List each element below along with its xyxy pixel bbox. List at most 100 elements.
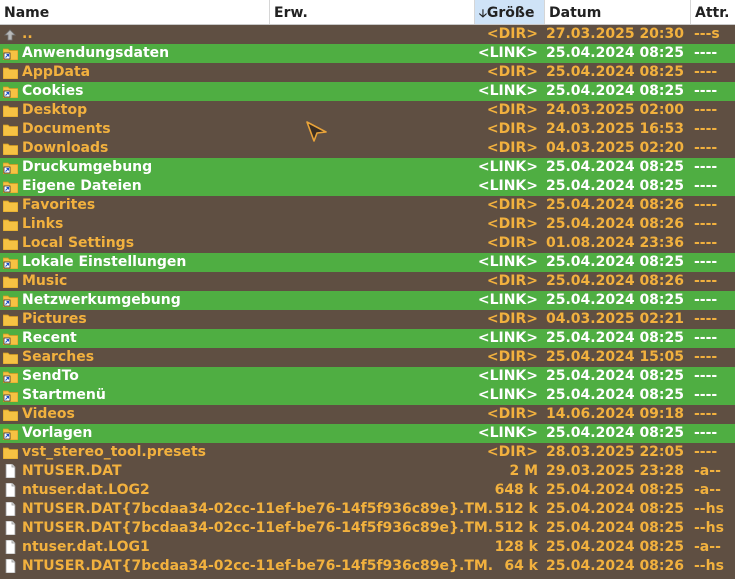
file-row[interactable]: Documents <DIR> 24.03.2025 16:53 ---- (0, 120, 735, 139)
file-row[interactable]: Videos <DIR> 14.06.2024 09:18 ---- (0, 405, 735, 424)
column-header-ext[interactable]: Erw. (270, 0, 475, 24)
file-row[interactable]: Searches <DIR> 25.04.2024 15:05 ---- (0, 348, 735, 367)
file-row[interactable]: Vorlagen <LINK> 25.04.2024 08:25 ---- (0, 424, 735, 443)
file-list: .. <DIR> 27.03.2025 20:30 ---s Anwendungsdat… (0, 25, 735, 576)
file-size: 512 k (494, 501, 538, 517)
file-size: <LINK> (477, 425, 538, 441)
file-row[interactable]: ntuser.dat.LOG1 128 k 25.04.2024 08:25 -a-- (0, 538, 735, 557)
file-date: 25.04.2024 08:25 (546, 292, 685, 308)
file-attr: ---- (694, 83, 718, 99)
file-row[interactable]: ntuser.dat.LOG2 648 k 25.04.2024 08:25 -a-- (0, 481, 735, 500)
file-size: <LINK> (477, 330, 538, 346)
file-date: 04.03.2025 02:20 (546, 140, 685, 156)
column-header-date[interactable]: Datum (545, 0, 691, 24)
column-header-size[interactable]: 🡣Größe (475, 0, 545, 24)
file-date: 25.04.2024 08:26 (546, 273, 685, 289)
file-attr: ---- (694, 102, 718, 118)
file-row[interactable]: Cookies <LINK> 25.04.2024 08:25 ---- (0, 82, 735, 101)
column-ext-label: Erw. (274, 5, 308, 21)
file-attr: ---- (694, 159, 718, 175)
parent-dir-icon (3, 28, 18, 41)
file-size: 512 k (494, 520, 538, 536)
file-date: 25.04.2024 08:25 (546, 368, 685, 384)
folder-icon (2, 275, 19, 289)
folder-icon (2, 313, 19, 327)
file-date: 25.04.2024 08:25 (546, 159, 685, 175)
file-size: <DIR> (486, 444, 538, 460)
file-size: <DIR> (486, 197, 538, 213)
file-size: <LINK> (477, 159, 538, 175)
file-date: 25.04.2024 08:26 (546, 558, 685, 574)
column-attr-label: Attr. (695, 5, 730, 21)
file-name: NTUSER.DAT{7bcdaa34-02cc-11ef-be76-14f5f… (22, 520, 492, 536)
file-icon (3, 520, 18, 536)
file-date: 25.04.2024 08:25 (546, 482, 685, 498)
file-date: 25.04.2024 08:26 (546, 197, 685, 213)
file-size: <DIR> (486, 406, 538, 422)
file-name: Videos (22, 406, 75, 422)
file-row[interactable]: AppData <DIR> 25.04.2024 08:25 ---- (0, 63, 735, 82)
file-row[interactable]: Desktop <DIR> 24.03.2025 02:00 ---- (0, 101, 735, 120)
file-row[interactable]: Druckumgebung <LINK> 25.04.2024 08:25 ---- (0, 158, 735, 177)
file-row[interactable]: NTUSER.DAT{7bcdaa34-02cc-11ef-be76-14f5f… (0, 557, 735, 576)
file-row[interactable]: Recent <LINK> 25.04.2024 08:25 ---- (0, 329, 735, 348)
file-row[interactable]: Startmenü <LINK> 25.04.2024 08:25 ---- (0, 386, 735, 405)
file-row[interactable]: Local Settings <DIR> 01.08.2024 23:36 ---- (0, 234, 735, 253)
file-date: 25.04.2024 08:25 (546, 45, 685, 61)
file-row[interactable]: Downloads <DIR> 04.03.2025 02:20 ---- (0, 139, 735, 158)
folder-link-icon (2, 370, 19, 384)
file-date: 25.04.2024 15:05 (546, 349, 685, 365)
file-name: Startmenü (22, 387, 106, 403)
column-header-attr[interactable]: Attr. (691, 0, 735, 24)
file-size: 64 k (504, 558, 538, 574)
file-attr: ---- (694, 216, 718, 232)
file-date: 25.04.2024 08:25 (546, 254, 685, 270)
column-date-label: Datum (549, 5, 602, 21)
file-row[interactable]: Anwendungsdaten <LINK> 25.04.2024 08:25 ---… (0, 44, 735, 63)
file-row[interactable]: .. <DIR> 27.03.2025 20:30 ---s (0, 25, 735, 44)
file-name: Downloads (22, 140, 109, 156)
file-attr: ---- (694, 330, 718, 346)
file-attr: ---- (694, 349, 718, 365)
file-attr: ---- (694, 292, 718, 308)
file-date: 28.03.2025 22:05 (546, 444, 685, 460)
file-row[interactable]: Lokale Einstellungen <LINK> 25.04.2024 08:… (0, 253, 735, 272)
file-size: <DIR> (486, 121, 538, 137)
file-name: Recent (22, 330, 77, 346)
file-attr: ---- (694, 368, 718, 384)
file-row[interactable]: Eigene Dateien <LINK> 25.04.2024 08:25 ---- (0, 177, 735, 196)
file-attr: ---- (694, 273, 718, 289)
file-row[interactable]: SendTo <LINK> 25.04.2024 08:25 ---- (0, 367, 735, 386)
file-row[interactable]: NTUSER.DAT 2 M 29.03.2025 23:28 -a-- (0, 462, 735, 481)
file-row[interactable]: Links <DIR> 25.04.2024 08:26 ---- (0, 215, 735, 234)
file-name: Desktop (22, 102, 88, 118)
file-size: <LINK> (477, 368, 538, 384)
file-size: <DIR> (486, 64, 538, 80)
file-row[interactable]: Music <DIR> 25.04.2024 08:26 ---- (0, 272, 735, 291)
file-name: Druckumgebung (22, 159, 153, 175)
column-header-name[interactable]: Name (0, 0, 270, 24)
file-date: 25.04.2024 08:25 (546, 330, 685, 346)
file-date: 25.04.2024 08:25 (546, 64, 685, 80)
file-date: 25.04.2024 08:26 (546, 216, 685, 232)
file-row[interactable]: Pictures <DIR> 04.03.2025 02:21 ---- (0, 310, 735, 329)
file-row[interactable]: Netzwerkumgebung <LINK> 25.04.2024 08:25 --… (0, 291, 735, 310)
file-size: <DIR> (486, 235, 538, 251)
file-icon (3, 482, 18, 498)
file-row[interactable]: NTUSER.DAT{7bcdaa34-02cc-11ef-be76-14f5f… (0, 519, 735, 538)
file-name: SendTo (22, 368, 79, 384)
file-row[interactable]: vst_stereo_tool.presets <DIR> 28.03.2025 2… (0, 443, 735, 462)
file-attr: ---- (694, 235, 718, 251)
file-size: <DIR> (486, 273, 538, 289)
folder-link-icon (2, 161, 19, 175)
folder-icon (2, 351, 19, 365)
file-date: 24.03.2025 02:00 (546, 102, 685, 118)
file-date: 25.04.2024 08:25 (546, 178, 685, 194)
column-header-bar: Name Erw. 🡣Größe Datum Attr. (0, 0, 735, 25)
file-row[interactable]: NTUSER.DAT{7bcdaa34-02cc-11ef-be76-14f5f… (0, 500, 735, 519)
file-date: 04.03.2025 02:21 (546, 311, 685, 327)
file-attr: ---- (694, 178, 718, 194)
file-attr: ---- (694, 406, 718, 422)
file-attr: ---- (694, 425, 718, 441)
file-row[interactable]: Favorites <DIR> 25.04.2024 08:26 ---- (0, 196, 735, 215)
